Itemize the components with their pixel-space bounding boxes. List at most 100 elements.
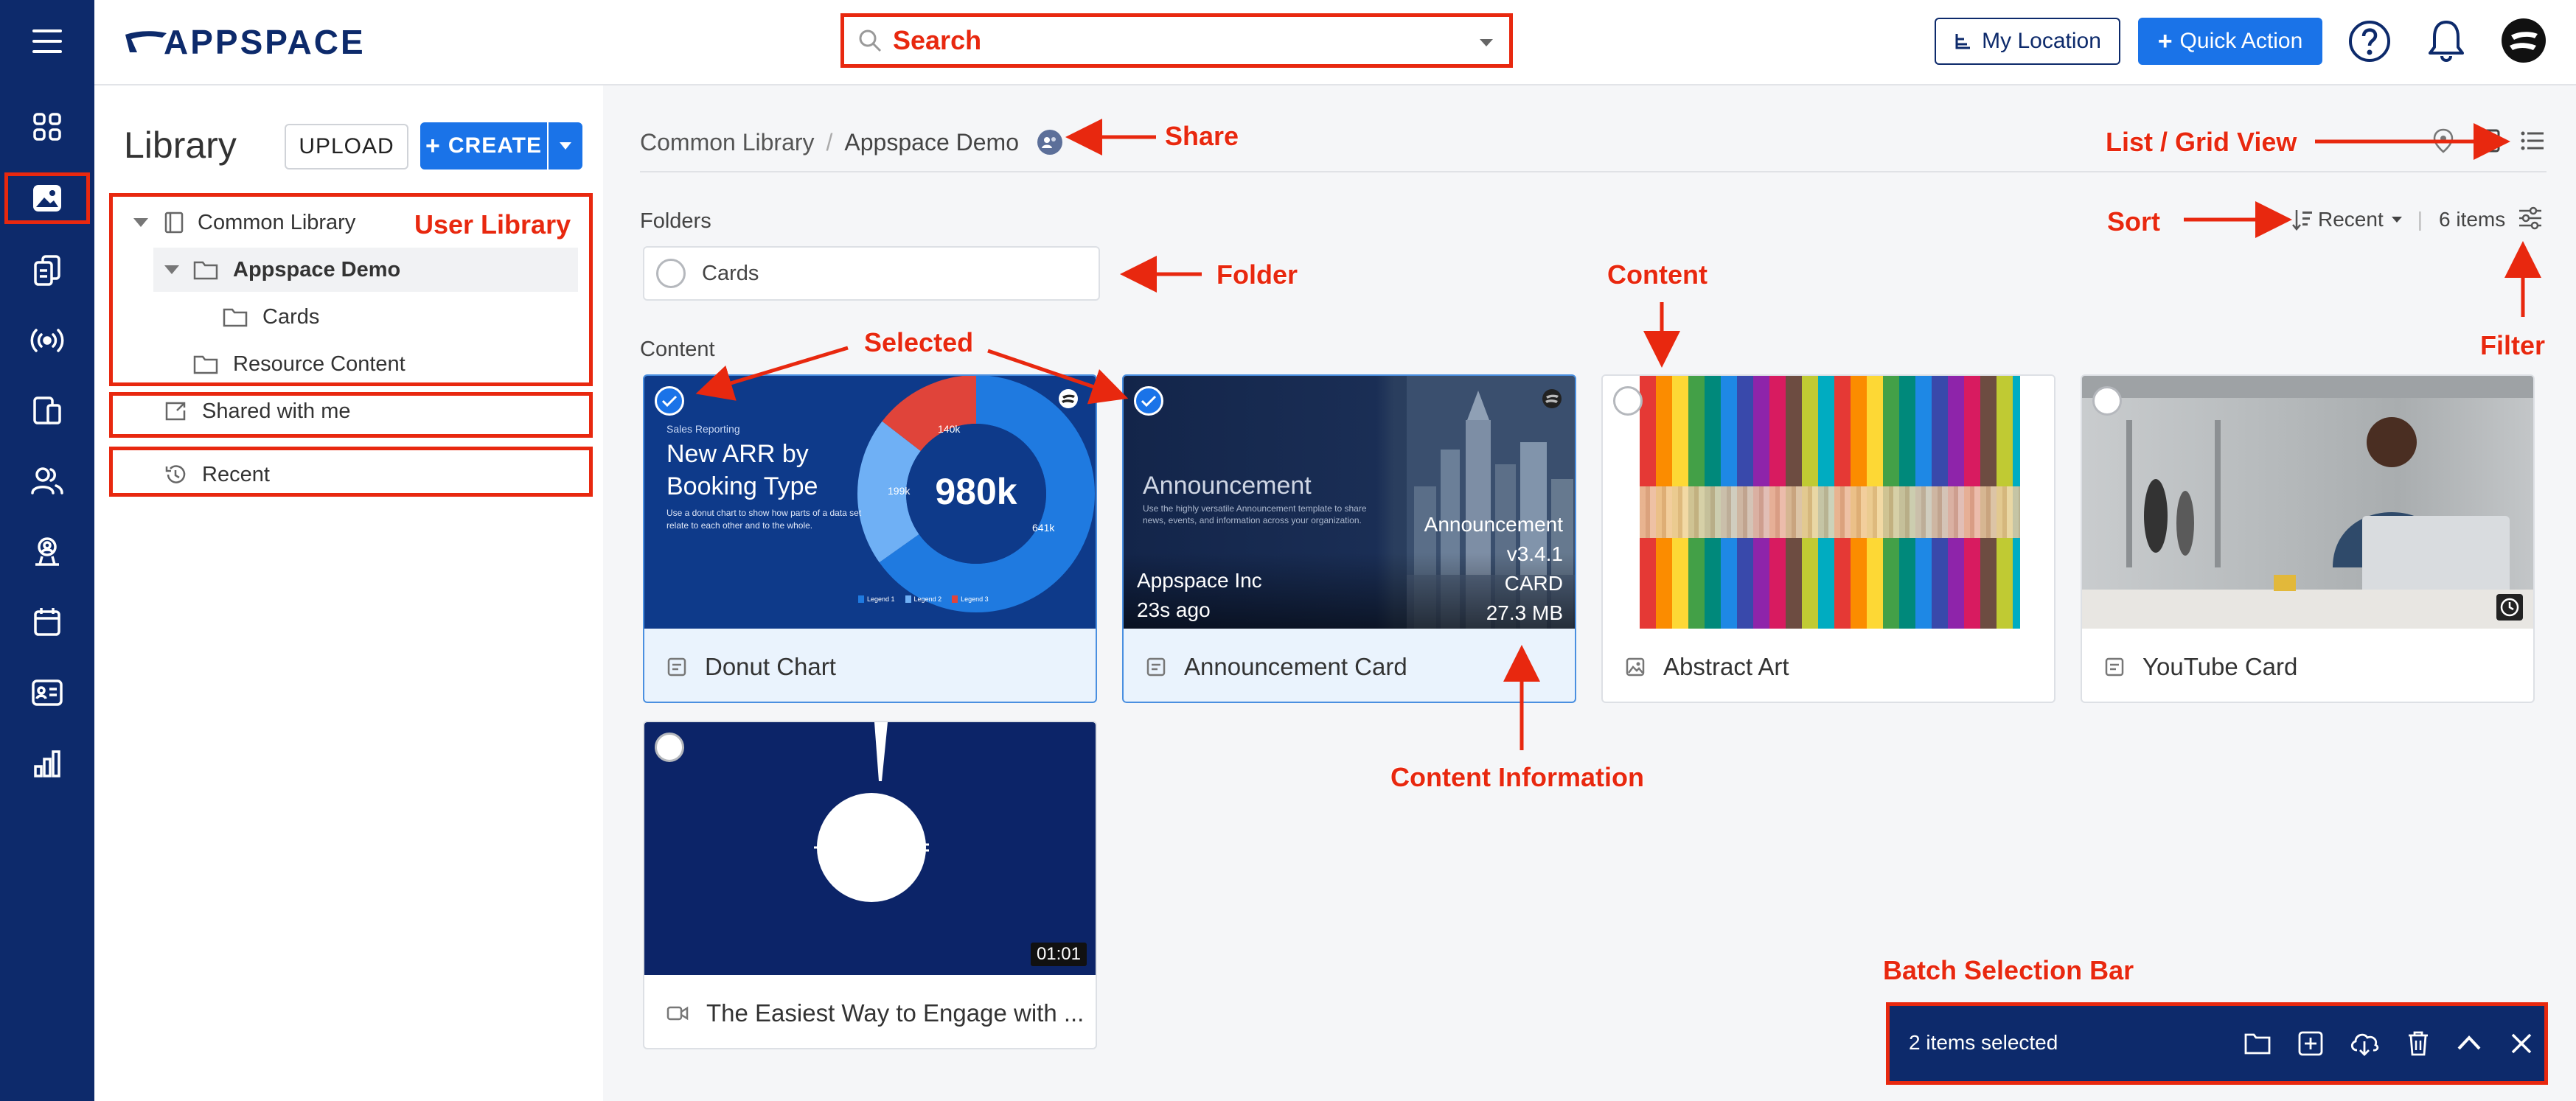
appspace-badge-icon xyxy=(1542,389,1562,408)
card-title: YouTube Card xyxy=(2142,652,2298,680)
card-select-checkbox[interactable] xyxy=(1134,386,1163,416)
content-card-youtube[interactable]: YouTube Card xyxy=(2081,374,2535,703)
batch-selection-count: 2 items selected xyxy=(1909,1031,2058,1054)
header-divider xyxy=(640,171,2547,172)
thumb-headline-line: New ARR by xyxy=(666,440,809,468)
thumb-body: Use a donut chart to show how parts of a… xyxy=(666,508,862,531)
card-select-checkbox[interactable] xyxy=(655,733,684,762)
search-dropdown-icon[interactable] xyxy=(1478,38,1494,48)
annotation-content-information: Content Information xyxy=(1390,762,1644,792)
content-card-donut-chart[interactable]: 980k 140k 199k 641k Sales Reporting New … xyxy=(643,374,1097,703)
annotation-batch-selection-bar: Batch Selection Bar xyxy=(1883,955,2134,985)
top-bar: APPSPACE Search My Location + Quick Acti… xyxy=(94,0,2576,85)
grid-view-icon[interactable] xyxy=(2476,128,2501,153)
user-avatar[interactable] xyxy=(2499,16,2548,65)
folder-select-checkbox[interactable] xyxy=(656,259,686,288)
card-type-icon xyxy=(2105,657,2124,676)
id-card-icon[interactable] xyxy=(22,668,72,718)
content-card-video[interactable]: 01:01 The Easiest Way to Engage with ... xyxy=(643,721,1097,1049)
card-footer: Abstract Art xyxy=(1603,629,2054,702)
library-title: Library xyxy=(124,125,237,166)
notification-bell-icon[interactable] xyxy=(2426,18,2467,63)
delete-trash-icon[interactable] xyxy=(2406,1030,2431,1058)
search-label: Search xyxy=(893,25,982,55)
item-count: 6 items xyxy=(2439,208,2506,231)
card-footer: YouTube Card xyxy=(2082,629,2533,702)
card-select-checkbox[interactable] xyxy=(655,386,684,416)
sort-label: Recent xyxy=(2318,208,2384,231)
card-select-checkbox[interactable] xyxy=(1613,386,1643,416)
card-title: Abstract Art xyxy=(1663,652,1789,680)
annotation-sort: Sort xyxy=(2107,206,2160,237)
my-location-button[interactable]: My Location xyxy=(1935,18,2120,65)
help-icon[interactable] xyxy=(2347,19,2392,63)
donut-center-value: 980k xyxy=(935,471,1017,512)
video-thumbnail-graphic xyxy=(814,722,929,902)
checkmark-icon xyxy=(1141,395,1157,408)
toolbar-divider: | xyxy=(2417,208,2423,231)
card-thumbnail: Announcement Use the highly versatile An… xyxy=(1124,376,1575,629)
legend-item: Legend 1 xyxy=(858,595,895,603)
content-info-name: Announcement xyxy=(1424,513,1563,536)
quick-action-button[interactable]: + Quick Action xyxy=(2138,18,2322,65)
clock-icon xyxy=(2496,594,2523,621)
office-photo-image xyxy=(2082,376,2533,629)
user-badge-icon[interactable] xyxy=(22,526,72,576)
breadcrumb-root[interactable]: Common Library xyxy=(640,129,815,156)
calendar-icon[interactable] xyxy=(22,597,72,647)
filter-icon[interactable] xyxy=(2517,205,2544,230)
annotation-selected: Selected xyxy=(864,327,974,357)
devices-icon[interactable] xyxy=(22,385,72,436)
location-tree-icon xyxy=(1955,34,1971,49)
thumb-body: Use the highly versatile Announcement te… xyxy=(1143,503,1367,525)
broadcast-icon[interactable] xyxy=(22,315,72,366)
quick-action-label: Quick Action xyxy=(2179,29,2303,53)
card-thumbnail xyxy=(1603,376,2054,629)
create-button[interactable]: + CREATE xyxy=(420,122,547,169)
main-content: Common Library / Appspace Demo Folders R… xyxy=(603,85,2576,1101)
sort-control[interactable]: Recent | 6 items xyxy=(2291,203,2505,236)
dashboard-icon[interactable] xyxy=(22,102,72,152)
analytics-icon[interactable] xyxy=(22,738,72,789)
search-bar[interactable]: Search xyxy=(840,13,1513,68)
appspace-logo-icon xyxy=(125,31,167,52)
legend-item: Legend 3 xyxy=(952,595,989,603)
move-to-folder-icon[interactable] xyxy=(2243,1031,2272,1056)
highlight-recent xyxy=(109,447,593,497)
card-footer: Announcement Card xyxy=(1124,629,1575,702)
create-dropdown-button[interactable] xyxy=(549,122,582,169)
search-icon xyxy=(859,29,882,52)
chevron-up-icon[interactable] xyxy=(2456,1032,2482,1052)
content-info-size: 27.3 MB xyxy=(1486,601,1563,624)
upload-label: UPLOAD xyxy=(299,134,394,158)
appspace-logo[interactable]: APPSPACE xyxy=(124,22,366,62)
share-icon[interactable] xyxy=(1037,129,1063,155)
my-location-label: My Location xyxy=(1982,29,2101,53)
users-icon[interactable] xyxy=(22,455,72,506)
card-footer: Donut Chart xyxy=(644,629,1096,702)
legend-item: Legend 2 xyxy=(905,595,941,603)
card-select-checkbox[interactable] xyxy=(2092,386,2122,416)
content-info-version: v3.4.1 xyxy=(1506,542,1563,565)
content-card-announcement[interactable]: Announcement Use the highly versatile An… xyxy=(1122,374,1576,703)
add-to-collection-icon[interactable] xyxy=(2297,1030,2325,1058)
create-label: CREATE xyxy=(448,133,542,158)
content-stack-icon[interactable] xyxy=(22,245,72,296)
checkmark-icon xyxy=(661,395,678,408)
content-owner: Appspace Inc xyxy=(1137,569,1262,592)
location-pin-icon[interactable] xyxy=(2433,128,2454,153)
close-icon[interactable] xyxy=(2509,1031,2534,1056)
list-view-icon[interactable] xyxy=(2520,130,2545,152)
upload-button[interactable]: UPLOAD xyxy=(285,124,408,169)
folder-card-cards[interactable]: Cards xyxy=(643,246,1100,301)
chevron-down-icon xyxy=(560,142,571,150)
hamburger-menu-icon[interactable] xyxy=(22,16,72,66)
plus-icon: + xyxy=(425,131,441,160)
image-type-icon xyxy=(1626,657,1645,676)
appspace-badge-icon xyxy=(1059,389,1078,408)
donut-label-c: 641k xyxy=(1032,522,1055,534)
download-icon[interactable] xyxy=(2348,1030,2381,1058)
content-card-abstract-art[interactable]: Abstract Art xyxy=(1601,374,2055,703)
thumb-headline-line: Booking Type xyxy=(666,472,818,500)
sort-icon xyxy=(2292,210,2312,231)
